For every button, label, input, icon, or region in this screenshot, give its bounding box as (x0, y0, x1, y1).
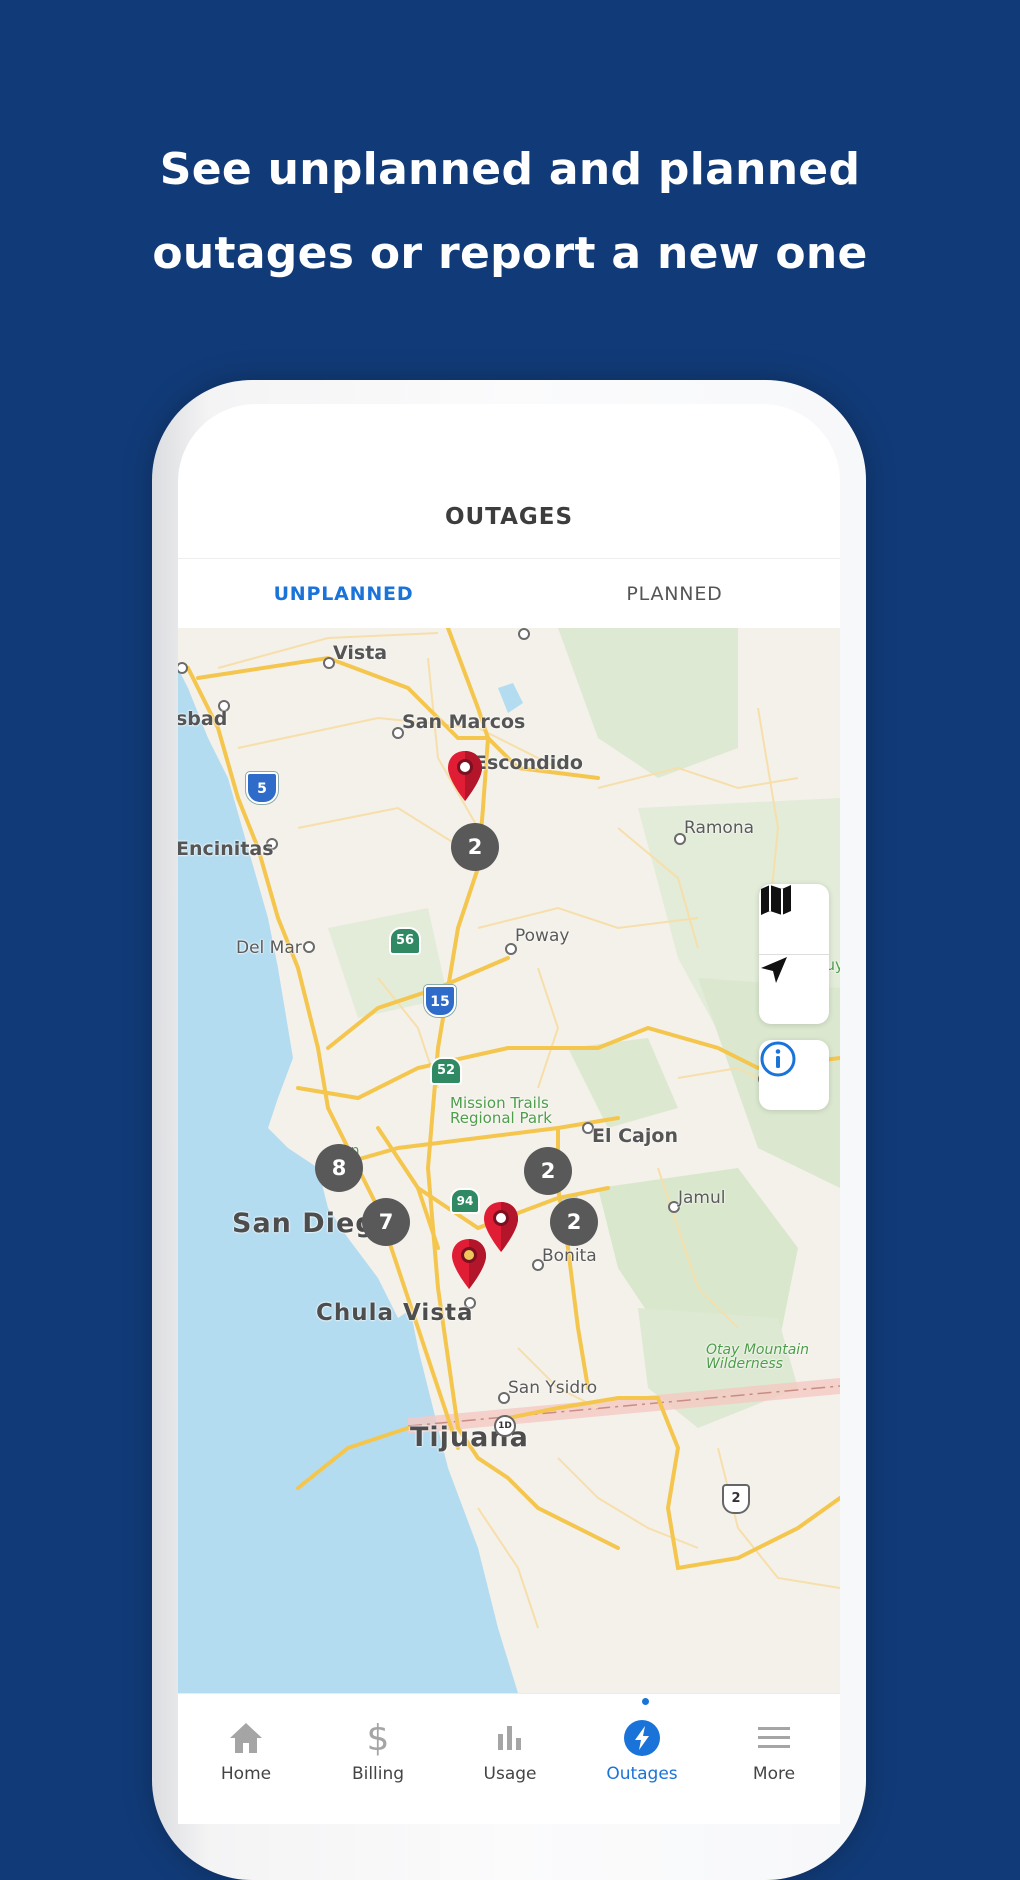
map-label-carlsbad: sbad (178, 708, 228, 730)
headline-line-2: outages or report a new one (152, 228, 868, 279)
map-label-escondido: Escondido (474, 752, 583, 774)
mexico-2-shield: 2 (722, 1484, 750, 1514)
home-icon (226, 1718, 266, 1758)
outage-cluster[interactable]: 2 (451, 823, 499, 871)
green-area (558, 628, 738, 778)
map-label-el-cajon: El Cajon (592, 1125, 678, 1147)
map-icon (761, 885, 791, 915)
map-label-san-diego: San Dieg (232, 1208, 376, 1239)
info-icon (760, 1041, 796, 1077)
map-label-del-mar: Del Mar (236, 938, 302, 958)
tab-unplanned[interactable]: UNPLANNED (178, 559, 509, 629)
info-button[interactable] (759, 1040, 829, 1110)
city-marker (518, 628, 530, 640)
headline: See unplanned and planned outages or rep… (0, 128, 1020, 296)
nav-label: Outages (606, 1764, 678, 1784)
map-type-button[interactable] (759, 884, 829, 954)
map-label-san-marcos: San Marcos (402, 711, 526, 733)
tab-planned[interactable]: PLANNED (509, 559, 840, 629)
locate-me-button[interactable] (759, 955, 829, 1025)
page-title: OUTAGES (444, 504, 574, 530)
map-label-regional-park: Regional Park (450, 1109, 552, 1127)
map-label-encinitas: Encinitas (178, 838, 274, 860)
outage-map[interactable]: Vista sbad San Marcos Escondido Ramona E… (178, 628, 840, 1693)
dollar-icon: $ (366, 1717, 390, 1759)
map-label-chula-vista: Chula Vista (316, 1300, 474, 1326)
nav-item-more[interactable]: More (708, 1694, 840, 1794)
bar-chart-icon (490, 1718, 530, 1758)
outage-pin-icon[interactable] (447, 750, 483, 802)
route-94-shield: 94 (450, 1188, 480, 1214)
mission-trails-park (568, 1038, 678, 1128)
location-arrow-icon (761, 957, 787, 983)
nav-label: Billing (351, 1764, 405, 1784)
route-56-shield: 56 (389, 927, 421, 955)
nav-item-outages[interactable]: Outages (576, 1694, 708, 1794)
map-label-bonita: Bonita (542, 1246, 597, 1266)
map-label-san-ysidro: San Ysidro (508, 1378, 598, 1398)
outage-tabs: UNPLANNED PLANNED (178, 558, 840, 629)
headline-line-1: See unplanned and planned (159, 144, 861, 195)
phone-screen: OUTAGES UNPLANNED PLANNED Vista sbad San… (178, 404, 840, 1824)
nav-label: More (752, 1764, 796, 1784)
nav-label: Home (220, 1764, 272, 1784)
outage-pin-icon[interactable] (483, 1201, 519, 1253)
city-marker (303, 941, 315, 953)
nav-item-billing[interactable]: $ Billing (312, 1694, 444, 1794)
interstate-5-shield: 5 (246, 772, 278, 804)
menu-icon (754, 1718, 794, 1758)
outage-cluster[interactable]: 7 (362, 1198, 410, 1246)
bottom-navigation: Home $ Billing Usage Outages More (178, 1693, 840, 1824)
outage-cluster[interactable]: 2 (550, 1198, 598, 1246)
map-label-ramona: Ramona (684, 818, 755, 838)
map-controls (759, 884, 829, 1024)
route-52-shield: 52 (430, 1057, 462, 1085)
lightning-icon (622, 1718, 662, 1758)
lake (498, 683, 523, 713)
nav-item-home[interactable]: Home (180, 1694, 312, 1794)
map-label-otay-2: Wilderness (706, 1356, 783, 1372)
nav-label: Usage (483, 1764, 537, 1784)
map-label-poway: Poway (515, 926, 570, 946)
outage-pin-icon[interactable] (451, 1238, 487, 1290)
map-label-vista: Vista (333, 642, 388, 664)
outage-cluster[interactable]: 2 (524, 1147, 572, 1195)
map-label-jamul: Jamul (678, 1188, 726, 1208)
interstate-15-shield: 15 (424, 985, 456, 1017)
outage-cluster[interactable]: 8 (315, 1144, 363, 1192)
mexico-1d-shield: 1D (494, 1415, 516, 1437)
nav-item-usage[interactable]: Usage (444, 1694, 576, 1794)
